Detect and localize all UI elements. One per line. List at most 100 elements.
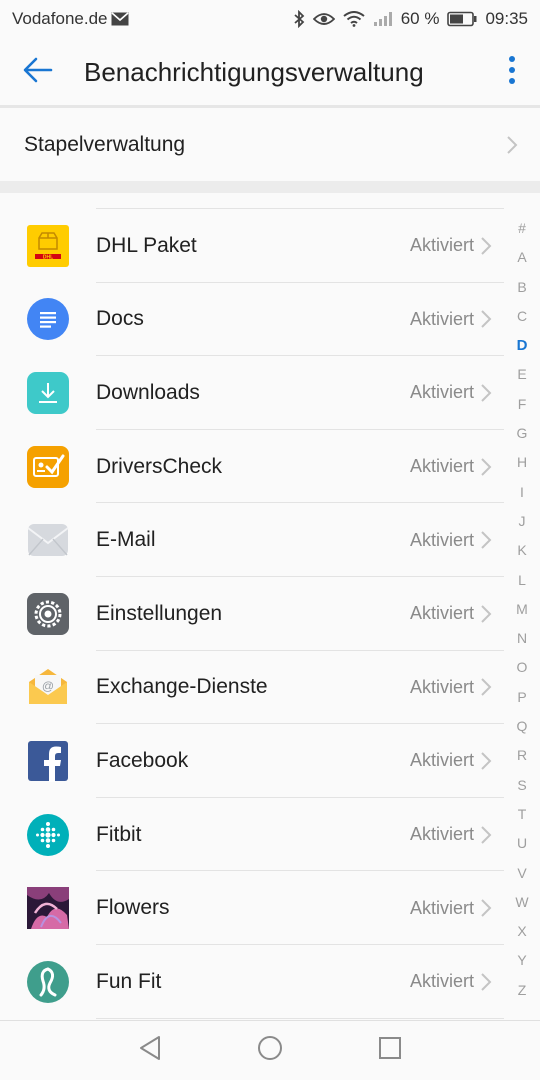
list-item[interactable]: Einstellungen Aktiviert xyxy=(0,577,504,651)
battery-icon xyxy=(447,11,477,27)
index-letter[interactable]: M xyxy=(504,595,540,624)
index-letter[interactable]: Q xyxy=(504,712,540,741)
facebook-icon xyxy=(27,740,69,782)
chevron-right-icon xyxy=(480,898,504,918)
list-item[interactable]: Facebook Aktiviert xyxy=(0,724,504,798)
chevron-right-icon xyxy=(480,236,504,256)
chevron-right-icon xyxy=(480,530,504,550)
app-name: DHL Paket xyxy=(96,233,197,257)
chevron-right-icon xyxy=(480,677,504,697)
app-name: Downloads xyxy=(96,380,200,404)
index-letter[interactable]: V xyxy=(504,859,540,888)
index-letter[interactable]: H xyxy=(504,448,540,477)
section-divider xyxy=(0,181,540,193)
app-name: Einstellungen xyxy=(96,601,223,625)
index-letter[interactable]: B xyxy=(504,273,540,302)
list-item[interactable]: E-Mail Aktiviert xyxy=(0,503,504,577)
status-bar: Vodafone.de 60 % 09:35 xyxy=(0,0,540,38)
driverscheck-icon xyxy=(27,445,69,488)
nav-back-button[interactable] xyxy=(132,1033,168,1069)
eye-icon xyxy=(312,11,335,27)
app-status: Aktiviert xyxy=(409,529,474,550)
chevron-right-icon xyxy=(480,604,504,624)
index-letter[interactable]: A xyxy=(504,243,540,272)
nav-home-button[interactable] xyxy=(252,1033,288,1069)
app-status: Aktiviert xyxy=(409,603,474,624)
status-icons: 60 % 09:35 xyxy=(293,9,528,29)
downloads-icon xyxy=(27,371,69,414)
index-letter[interactable]: N xyxy=(504,624,540,653)
app-name: Flowers xyxy=(96,896,170,920)
alphabet-index[interactable]: # A B C D E F G H I J K L M N O P Q R S T U V W X Y Z xyxy=(504,214,540,1004)
clock: 09:35 xyxy=(485,9,528,28)
index-letter[interactable]: T xyxy=(504,800,540,829)
index-letter[interactable]: L xyxy=(504,566,540,595)
list-item[interactable]: DriversCheck Aktiviert xyxy=(0,430,504,504)
app-name: Facebook xyxy=(96,748,189,772)
nav-recents-button[interactable] xyxy=(372,1033,408,1069)
app-bar: Benachrichtigungsverwaltung xyxy=(0,38,540,106)
app-status: Aktiviert xyxy=(409,897,474,918)
dhl-icon: DHL xyxy=(27,224,69,267)
app-name: Docs xyxy=(96,307,144,331)
list-item[interactable]: DHL DHL Paket Aktiviert xyxy=(0,209,504,283)
index-letter[interactable]: I xyxy=(504,478,540,507)
app-status: Aktiviert xyxy=(409,235,474,256)
chevron-right-icon xyxy=(480,825,504,845)
index-letter[interactable]: P xyxy=(504,683,540,712)
list-item[interactable]: Fitbit Aktiviert xyxy=(0,798,504,872)
square-recents-icon xyxy=(378,1036,402,1065)
funfit-icon xyxy=(27,960,69,1003)
chevron-right-icon xyxy=(480,309,504,329)
chevron-right-icon xyxy=(484,135,540,155)
svg-text:DHL: DHL xyxy=(43,254,53,260)
app-status: Aktiviert xyxy=(409,382,474,403)
email-icon xyxy=(27,519,69,561)
app-name: Fun Fit xyxy=(96,969,162,993)
more-options-button[interactable] xyxy=(484,38,540,106)
index-letter[interactable]: J xyxy=(504,507,540,536)
app-status: Aktiviert xyxy=(409,456,474,477)
page-title: Benachrichtigungsverwaltung xyxy=(84,56,424,87)
index-letter[interactable]: Y xyxy=(504,946,540,975)
exchange-icon: @ xyxy=(27,666,69,708)
back-button[interactable] xyxy=(0,38,84,106)
index-letter[interactable]: C xyxy=(504,302,540,331)
navigation-bar xyxy=(0,1020,540,1080)
battery-percent: 60 % xyxy=(400,9,440,28)
chevron-right-icon xyxy=(480,751,504,771)
app-status: Aktiviert xyxy=(409,676,474,697)
list-item[interactable]: Docs Aktiviert xyxy=(0,283,504,357)
flowers-icon xyxy=(27,887,69,930)
index-letter[interactable]: U xyxy=(504,829,540,858)
app-name: Fitbit xyxy=(96,822,142,846)
index-letter[interactable]: F xyxy=(504,390,540,419)
chevron-right-icon xyxy=(480,457,504,477)
index-letter[interactable]: S xyxy=(504,771,540,800)
index-letter[interactable]: G xyxy=(504,419,540,448)
more-vert-icon xyxy=(508,55,516,90)
index-letter[interactable]: X xyxy=(504,917,540,946)
arrow-left-icon xyxy=(23,57,53,88)
app-list[interactable]: DHL DHL Paket Aktiviert Docs Aktiviert D… xyxy=(0,193,504,1019)
signal-icon xyxy=(373,11,393,27)
index-letter[interactable]: E xyxy=(504,360,540,389)
list-item[interactable]: Downloads Aktiviert xyxy=(0,356,504,430)
app-name: Exchange-Dienste xyxy=(96,675,268,699)
index-letter[interactable]: O xyxy=(504,653,540,682)
list-item[interactable]: Fun Fit Aktiviert xyxy=(0,945,504,1019)
carrier-group: Vodafone.de xyxy=(12,9,130,29)
index-letter[interactable]: R xyxy=(504,741,540,770)
index-letter[interactable]: K xyxy=(504,536,540,565)
list-partial-row xyxy=(0,193,504,209)
index-letter[interactable]: W xyxy=(504,888,540,917)
list-item[interactable]: Flowers Aktiviert xyxy=(0,871,504,945)
stack-management-row[interactable]: Stapelverwaltung xyxy=(0,108,540,181)
index-letter[interactable]: D xyxy=(504,331,540,360)
index-letter[interactable]: # xyxy=(504,214,540,243)
wifi-icon xyxy=(343,11,365,27)
list-item[interactable]: @ Exchange-Dienste Aktiviert xyxy=(0,651,504,725)
stack-management-label: Stapelverwaltung xyxy=(24,132,186,156)
index-letter[interactable]: Z xyxy=(504,976,540,1005)
settings-icon xyxy=(27,592,69,635)
